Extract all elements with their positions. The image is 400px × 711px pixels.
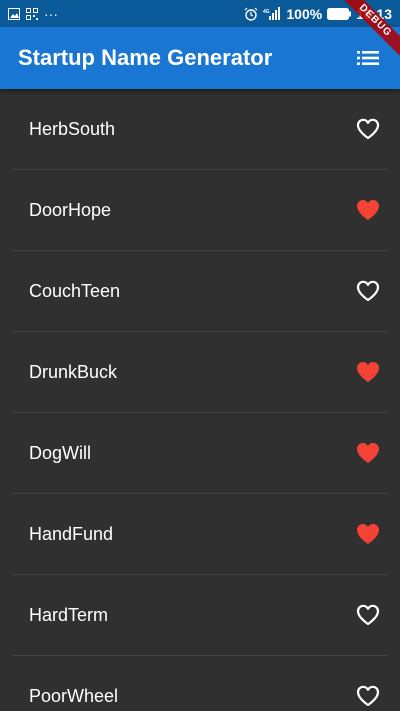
more-dots-icon: ··· bbox=[44, 5, 58, 22]
list-item-name: HardTerm bbox=[29, 604, 109, 625]
favorite-outline-icon[interactable] bbox=[354, 682, 382, 710]
list-item[interactable]: DoorHope bbox=[0, 170, 400, 250]
page-title: Startup Name Generator bbox=[18, 45, 273, 70]
status-bar-left: ··· bbox=[8, 6, 58, 22]
favorite-filled-icon[interactable] bbox=[354, 520, 382, 548]
list-item[interactable]: DrunkBuck bbox=[0, 332, 400, 412]
name-list: HerbSouth DoorHope CouchTeen DrunkBuck DogWi… bbox=[0, 89, 400, 711]
favorite-filled-icon[interactable] bbox=[354, 358, 382, 386]
list-item[interactable]: HardTerm bbox=[0, 575, 400, 655]
list-item[interactable]: CouchTeen bbox=[0, 251, 400, 331]
signal-icon: 4G bbox=[263, 6, 281, 21]
list-item-name: DrunkBuck bbox=[29, 361, 118, 382]
saved-list-button[interactable] bbox=[354, 44, 382, 72]
clock: 18:13 bbox=[356, 5, 392, 22]
qr-icon bbox=[26, 7, 38, 20]
list-item-name: PoorWheel bbox=[29, 685, 119, 706]
list-item-name: CouchTeen bbox=[29, 280, 121, 301]
favorite-filled-icon[interactable] bbox=[354, 439, 382, 467]
battery-icon bbox=[327, 7, 352, 20]
battery-percent: 100% bbox=[286, 5, 323, 22]
network-type-label: 4G bbox=[263, 9, 270, 15]
status-bar: ··· 4G 100% 18:13 bbox=[0, 0, 400, 27]
favorite-filled-icon[interactable] bbox=[354, 196, 382, 224]
list-item-name: HerbSouth bbox=[29, 118, 116, 139]
list-item[interactable]: DogWill bbox=[0, 413, 400, 493]
alarm-icon bbox=[244, 7, 258, 21]
favorite-outline-icon[interactable] bbox=[354, 277, 382, 305]
list-item-name: DogWill bbox=[29, 442, 92, 463]
favorite-outline-icon[interactable] bbox=[354, 115, 382, 143]
list-item-name: HandFund bbox=[29, 523, 114, 544]
image-icon bbox=[8, 7, 20, 20]
list-item-name: DoorHope bbox=[29, 199, 112, 220]
list-item[interactable]: PoorWheel bbox=[0, 656, 400, 711]
list-icon bbox=[357, 51, 379, 65]
list-item[interactable]: HandFund bbox=[0, 494, 400, 574]
app-bar: Startup Name Generator bbox=[0, 27, 400, 89]
favorite-outline-icon[interactable] bbox=[354, 601, 382, 629]
list-item[interactable]: HerbSouth bbox=[0, 89, 400, 169]
status-bar-right: 4G 100% 18:13 bbox=[244, 6, 392, 22]
